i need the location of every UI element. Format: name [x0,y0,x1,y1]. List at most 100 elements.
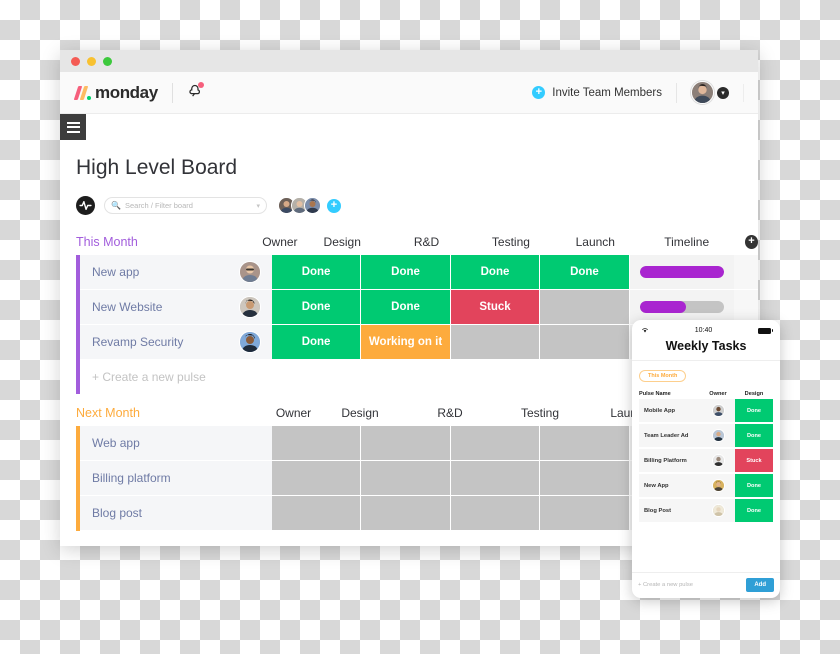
window-titlebar [60,50,758,72]
column-header-timeline[interactable]: Timeline [637,235,735,249]
row-name[interactable]: Billing platform [79,461,230,496]
phone-table-row[interactable]: Mobile App Done [639,399,773,422]
status-cell-design[interactable]: Done [271,325,362,360]
column-header-design[interactable]: Design [315,406,405,420]
window-minimize-button[interactable] [87,56,96,66]
status-cell-design[interactable] [271,426,362,461]
topbar-divider [171,82,173,103]
row-name[interactable]: New app [79,255,230,290]
row-owner[interactable] [229,290,272,325]
phone-status-cell[interactable]: Done [735,424,773,447]
phone-status-bar: 10:40 [641,326,773,335]
mobile-app-preview: 10:40 Weekly Tasks This Month Pulse Name… [632,320,780,598]
phone-row-name[interactable]: Mobile App [639,399,701,422]
phone-add-button[interactable]: Add [746,578,774,592]
status-cell-testing[interactable] [450,461,541,496]
phone-row-name[interactable]: Team Leader Ad [639,424,701,447]
search-input[interactable]: 🔍 Search / Filter board ▾ [104,197,267,214]
phone-table-row[interactable]: New App Done [639,474,773,497]
window-maximize-button[interactable] [103,56,112,66]
monday-logo-mark [73,85,91,100]
row-name[interactable]: Web app [79,426,230,461]
phone-row-name[interactable]: New App [639,474,701,497]
column-header-owner[interactable]: Owner [260,235,300,249]
chevron-down-icon[interactable]: ▾ [256,202,260,210]
phone-status-cell[interactable]: Done [735,474,773,497]
bell-icon[interactable] [187,82,204,102]
status-cell-launch[interactable] [540,325,630,360]
column-header-testing[interactable]: Testing [495,406,585,420]
timeline-cell[interactable] [629,255,735,290]
column-header-owner[interactable]: Owner [272,406,315,420]
row-owner[interactable] [229,426,272,461]
add-column-button[interactable]: + [744,235,759,249]
hamburger-menu-icon[interactable] [60,114,86,140]
group-title[interactable]: This Month [76,235,260,249]
status-cell-launch[interactable] [540,461,630,496]
board-menu-row [60,114,758,142]
status-cell-launch[interactable] [540,290,630,325]
phone-row-owner[interactable] [701,499,735,522]
timeline-track [639,301,725,313]
status-cell-rd[interactable] [361,461,451,496]
column-header-rd[interactable]: R&D [384,235,468,249]
row-name[interactable]: Revamp Security [79,325,230,360]
row-owner[interactable] [229,461,272,496]
column-header-testing[interactable]: Testing [469,235,553,249]
status-cell-launch[interactable] [540,426,630,461]
status-cell-design[interactable] [271,461,362,496]
status-cell-design[interactable] [271,496,362,531]
invite-team-members-button[interactable]: + Invite Team Members [532,86,662,99]
phone-status-cell[interactable]: Done [735,399,773,422]
row-name[interactable]: Blog post [79,496,230,531]
user-menu[interactable]: ▾ [691,81,729,104]
row-owner[interactable] [229,255,272,290]
phone-group-pill[interactable]: This Month [639,370,687,382]
status-cell-testing[interactable] [450,325,541,360]
phone-row-owner[interactable] [701,474,735,497]
column-header-rd[interactable]: R&D [405,406,495,420]
status-cell-testing[interactable]: Done [450,255,541,290]
phone-row-owner[interactable] [701,399,735,422]
status-cell-rd[interactable]: Working on it [361,325,451,360]
status-cell-design[interactable]: Done [271,290,362,325]
timeline-bar [639,266,725,278]
phone-status-cell[interactable]: Done [735,499,773,522]
table-row[interactable]: New app Done Done Done Done [76,255,759,290]
board-members[interactable]: + [276,197,341,214]
phone-table-row[interactable]: Team Leader Ad Done [639,424,773,447]
column-header-launch[interactable]: Launch [553,235,637,249]
row-name[interactable]: New Website [79,290,230,325]
phone-table-row[interactable]: Blog Post Done [639,499,773,522]
timeline-track [639,266,725,278]
status-cell-testing[interactable] [450,426,541,461]
status-cell-rd[interactable] [361,426,451,461]
monday-logo[interactable]: monday [73,83,158,103]
row-owner[interactable] [229,325,272,360]
phone-column-header-name: Pulse Name [639,391,671,397]
phone-row-owner[interactable] [701,424,735,447]
add-member-button[interactable]: + [327,198,341,213]
phone-row-name[interactable]: Billing Platform [639,449,701,472]
group-header: This Month Owner Design R&D Testing Laun… [76,229,759,255]
phone-status-cell[interactable]: Stuck [735,449,773,472]
status-cell-rd[interactable]: Done [361,290,451,325]
column-header-design[interactable]: Design [300,235,384,249]
status-cell-testing[interactable]: Stuck [450,290,541,325]
window-close-button[interactable] [71,56,80,66]
row-owner[interactable] [229,496,272,531]
status-cell-launch[interactable]: Done [540,255,630,290]
status-cell-rd[interactable] [361,496,451,531]
status-cell-testing[interactable] [450,496,541,531]
status-cell-rd[interactable]: Done [361,255,451,290]
phone-row-owner[interactable] [701,449,735,472]
plus-circle-icon: + [532,86,546,99]
phone-row-name[interactable]: Blog Post [639,499,701,522]
avatar [239,296,262,318]
phone-table-row[interactable]: Billing Platform Stuck [639,449,773,472]
status-cell-design[interactable]: Done [271,255,362,290]
phone-create-pulse-label[interactable]: + Create a new pulse [638,582,693,588]
wifi-icon [641,326,649,335]
status-cell-launch[interactable] [540,496,630,531]
group-title[interactable]: Next Month [76,406,272,420]
